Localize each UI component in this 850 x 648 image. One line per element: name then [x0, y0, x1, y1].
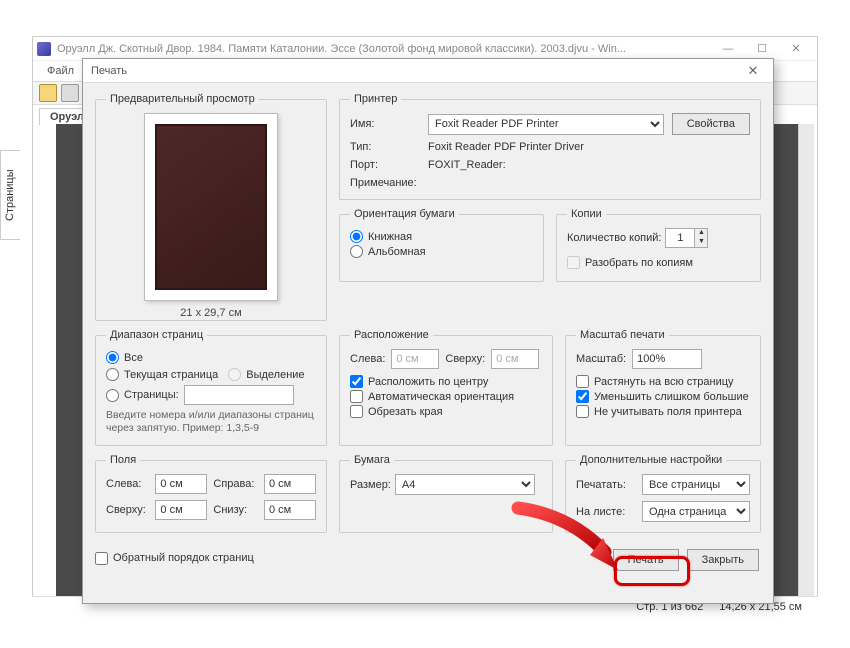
- printer-legend: Принтер: [350, 93, 401, 105]
- paper-size-label: Размер:: [350, 479, 391, 491]
- paper-legend: Бумага: [350, 454, 394, 466]
- layout-left-label: Слева:: [350, 353, 385, 365]
- paper-size-select[interactable]: A4: [395, 474, 535, 495]
- layout-top-input: [491, 349, 539, 369]
- sidebar-tab-pages[interactable]: Страницы: [0, 150, 20, 240]
- copies-input[interactable]: [666, 229, 694, 247]
- open-icon[interactable]: [39, 84, 57, 102]
- orientation-portrait[interactable]: Книжная: [350, 230, 533, 243]
- menu-file[interactable]: Файл: [41, 63, 80, 79]
- preview-dimensions: 21 x 29,7 см: [106, 307, 316, 319]
- scale-ignore-margins[interactable]: Не учитывать поля принтера: [576, 405, 750, 418]
- margin-right-label: Справа:: [213, 478, 258, 490]
- advanced-legend: Дополнительные настройки: [576, 454, 726, 466]
- scale-legend: Масштаб печати: [576, 329, 669, 341]
- dialog-close-icon[interactable]: ✕: [741, 63, 765, 79]
- layout-left-input: [391, 349, 439, 369]
- printer-type-value: Foxit Reader PDF Printer Driver: [428, 141, 750, 153]
- close-window-button[interactable]: ✕: [779, 39, 813, 59]
- preview-book-cover: [155, 124, 267, 290]
- printer-group: Принтер Имя: Foxit Reader PDF Printer Св…: [339, 93, 761, 200]
- preview-group: Предварительный просмотр 21 x 29,7 см: [95, 93, 327, 321]
- orientation-landscape[interactable]: Альбомная: [350, 245, 533, 258]
- margin-left-input[interactable]: [155, 474, 207, 494]
- range-pages-input[interactable]: [184, 385, 294, 405]
- window-title: Оруэлл Дж. Скотный Двор. 1984. Памяти Ка…: [57, 43, 711, 55]
- layout-center[interactable]: Расположить по центру: [350, 375, 542, 388]
- printer-port-value: FOXIT_Reader:: [428, 159, 750, 171]
- landscape-radio[interactable]: [350, 245, 363, 258]
- printer-note-label: Примечание:: [350, 177, 750, 189]
- orientation-legend: Ориентация бумаги: [350, 208, 459, 220]
- layout-group: Расположение Слева: Сверху: Расположить …: [339, 329, 553, 446]
- copies-up-icon[interactable]: ▲: [694, 229, 707, 238]
- advanced-group: Дополнительные настройки Печатать: Все с…: [565, 454, 761, 533]
- dialog-title: Печать: [91, 65, 741, 77]
- copies-down-icon[interactable]: ▼: [694, 238, 707, 247]
- scale-shrink[interactable]: Уменьшить слишком большие: [576, 390, 750, 403]
- adv-sheet-label: На листе:: [576, 506, 636, 518]
- copies-count-label: Количество копий:: [567, 232, 661, 244]
- printer-name-select[interactable]: Foxit Reader PDF Printer: [428, 114, 664, 135]
- dialog-titlebar: Печать ✕: [83, 59, 773, 83]
- margin-bottom-label: Снизу:: [213, 504, 258, 516]
- print-dialog: Печать ✕ Предварительный просмотр 21 x 2…: [82, 58, 774, 604]
- margin-left-label: Слева:: [106, 478, 149, 490]
- print-icon[interactable]: [61, 84, 79, 102]
- copies-group: Копии Количество копий: ▲▼ Разобрать по …: [556, 208, 761, 282]
- scale-group: Масштаб печати Масштаб: Растянуть на всю…: [565, 329, 761, 446]
- scale-label: Масштаб:: [576, 353, 626, 365]
- margin-right-input[interactable]: [264, 474, 316, 494]
- printer-name-label: Имя:: [350, 118, 420, 130]
- margins-group: Поля Слева: Справа: Сверху: Снизу:: [95, 454, 327, 533]
- range-hint: Введите номера и/или диапазоны страниц ч…: [106, 409, 316, 435]
- copies-stepper[interactable]: ▲▼: [665, 228, 708, 248]
- margin-bottom-input[interactable]: [264, 500, 316, 520]
- app-icon: [37, 42, 51, 56]
- range-current[interactable]: Текущая страница: [106, 368, 218, 381]
- layout-auto-orient[interactable]: Автоматическая ориентация: [350, 390, 542, 403]
- minimize-button[interactable]: —: [711, 39, 745, 59]
- close-button[interactable]: Закрыть: [687, 549, 759, 571]
- adv-print-label: Печатать:: [576, 479, 636, 491]
- page-range-legend: Диапазон страниц: [106, 329, 207, 341]
- vertical-scrollbar[interactable]: [798, 124, 814, 604]
- margins-legend: Поля: [106, 454, 140, 466]
- margin-top-input[interactable]: [155, 500, 207, 520]
- layout-legend: Расположение: [350, 329, 433, 341]
- range-selection: Выделение: [228, 368, 304, 381]
- printer-properties-button[interactable]: Свойства: [672, 113, 750, 135]
- preview-legend: Предварительный просмотр: [106, 93, 259, 105]
- page-range-group: Диапазон страниц Все Текущая страница Вы…: [95, 329, 327, 446]
- margin-top-label: Сверху:: [106, 504, 149, 516]
- scale-stretch[interactable]: Растянуть на всю страницу: [576, 375, 750, 388]
- collate-checkbox: Разобрать по копиям: [567, 256, 750, 269]
- layout-top-label: Сверху:: [445, 353, 485, 365]
- adv-sheet-select[interactable]: Одна страница: [642, 501, 750, 522]
- range-pages[interactable]: Страницы:: [106, 385, 316, 405]
- paper-group: Бумага Размер: A4: [339, 454, 553, 533]
- reverse-order-checkbox[interactable]: Обратный порядок страниц: [95, 552, 254, 565]
- print-button[interactable]: Печать: [613, 549, 679, 571]
- printer-port-label: Порт:: [350, 159, 420, 171]
- portrait-radio[interactable]: [350, 230, 363, 243]
- printer-type-label: Тип:: [350, 141, 420, 153]
- orientation-group: Ориентация бумаги Книжная Альбомная: [339, 208, 544, 282]
- adv-print-select[interactable]: Все страницы: [642, 474, 750, 495]
- range-all[interactable]: Все: [106, 351, 316, 364]
- scale-input[interactable]: [632, 349, 702, 369]
- layout-crop[interactable]: Обрезать края: [350, 405, 542, 418]
- preview-page: [144, 113, 278, 301]
- copies-legend: Копии: [567, 208, 606, 220]
- maximize-button[interactable]: ☐: [745, 39, 779, 59]
